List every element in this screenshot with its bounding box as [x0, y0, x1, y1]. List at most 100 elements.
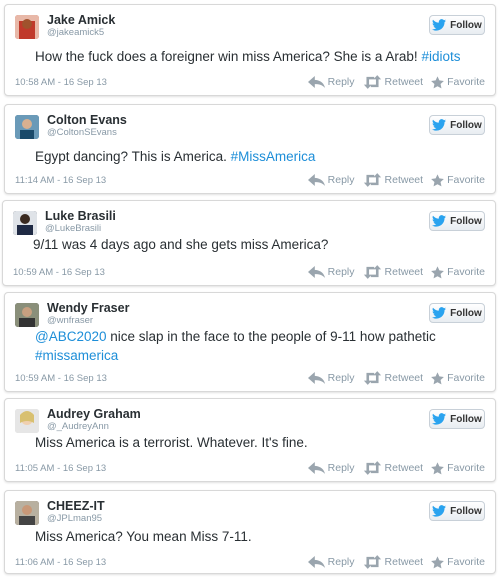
reply-button[interactable]: Reply [308, 265, 355, 279]
mention-link[interactable]: @ABC2020 [35, 329, 107, 344]
retweet-label: Retweet [384, 174, 424, 186]
retweet-label: Retweet [384, 76, 424, 88]
retweet-icon [363, 371, 382, 385]
timestamp[interactable]: 11:06 AM - 16 Sep 13 [15, 557, 106, 568]
star-icon [431, 174, 444, 187]
timestamp[interactable]: 11:05 AM - 16 Sep 13 [15, 463, 106, 474]
star-icon [431, 556, 444, 569]
timestamp[interactable]: 10:58 AM - 16 Sep 13 [15, 77, 107, 88]
avatar[interactable] [13, 211, 37, 235]
favorite-button[interactable]: Favorite [431, 265, 485, 279]
tweet-body: Miss America is a terrorist. Whatever. I… [35, 435, 308, 450]
avatar[interactable] [15, 303, 39, 327]
favorite-button[interactable]: Favorite [431, 75, 485, 89]
avatar[interactable] [15, 15, 39, 39]
tweet-text: Egypt dancing? This is America. #MissAme… [35, 147, 481, 166]
star-icon [431, 372, 444, 385]
avatar[interactable] [15, 409, 39, 433]
twitter-bird-icon [432, 413, 446, 425]
reply-button[interactable]: Reply [308, 371, 355, 385]
retweet-button[interactable]: Retweet [363, 461, 423, 475]
author-name[interactable]: Luke Brasili [45, 209, 116, 223]
retweet-button[interactable]: Retweet [363, 265, 423, 279]
tweet-text: 9/11 was 4 days ago and she gets miss Am… [33, 235, 481, 254]
star-icon [431, 76, 444, 89]
follow-label: Follow [450, 215, 482, 227]
hashtag-link[interactable]: #idiots [421, 49, 460, 64]
twitter-bird-icon [432, 505, 446, 517]
retweet-button[interactable]: Retweet [363, 173, 424, 187]
retweet-button[interactable]: Retweet [363, 75, 424, 89]
tweet-actions: Reply Retweet Favorite [308, 461, 485, 475]
author-handle[interactable]: @ColtonSEvans [47, 127, 117, 138]
twitter-bird-icon [432, 119, 446, 131]
tweet-actions: Reply Retweet Favorite [308, 173, 485, 187]
favorite-button[interactable]: Favorite [431, 371, 485, 385]
reply-label: Reply [327, 174, 355, 186]
avatar[interactable] [15, 115, 39, 139]
follow-button[interactable]: Follow [429, 501, 485, 521]
star-icon [431, 266, 444, 279]
follow-label: Follow [450, 505, 482, 517]
favorite-button[interactable]: Favorite [431, 173, 485, 187]
follow-button[interactable]: Follow [429, 409, 485, 429]
tweet-card: Jake Amick @jakeamick5 Follow How the fu… [4, 4, 496, 96]
favorite-button[interactable]: Favorite [431, 461, 485, 475]
timestamp[interactable]: 11:14 AM - 16 Sep 13 [15, 175, 106, 186]
tweet-body: 9/11 was 4 days ago and she gets miss Am… [33, 237, 329, 252]
reply-label: Reply [327, 556, 355, 568]
reply-button[interactable]: Reply [308, 173, 355, 187]
reply-icon [308, 372, 325, 384]
tweet-card: Colton Evans @ColtonSEvans Follow Egypt … [4, 104, 496, 194]
retweet-button[interactable]: Retweet [363, 555, 424, 569]
follow-label: Follow [450, 119, 482, 131]
author-handle[interactable]: @LukeBrasili [45, 223, 101, 234]
author-name[interactable]: Colton Evans [47, 113, 127, 127]
author-handle[interactable]: @wnfraser [47, 315, 93, 326]
reply-icon [308, 266, 325, 278]
reply-icon [308, 76, 325, 88]
retweet-button[interactable]: Retweet [363, 371, 423, 385]
author-handle[interactable]: @JPLman95 [47, 513, 102, 524]
follow-button[interactable]: Follow [429, 303, 485, 323]
retweet-icon [363, 265, 382, 279]
reply-label: Reply [327, 462, 355, 474]
follow-button[interactable]: Follow [429, 15, 485, 35]
reply-button[interactable]: Reply [308, 461, 355, 475]
twitter-bird-icon [432, 215, 446, 227]
tweet-actions: Reply Retweet Favorite [308, 371, 485, 385]
favorite-label: Favorite [447, 372, 485, 384]
favorite-button[interactable]: Favorite [431, 555, 485, 569]
author-handle[interactable]: @jakeamick5 [47, 27, 104, 38]
retweet-icon [363, 461, 382, 475]
tweet-actions: Reply Retweet Favorite [308, 265, 485, 279]
reply-icon [308, 556, 325, 568]
author-handle[interactable]: @_AudreyAnn [47, 421, 109, 432]
reply-button[interactable]: Reply [308, 75, 355, 89]
favorite-label: Favorite [447, 174, 485, 186]
retweet-icon [363, 555, 382, 569]
tweet-text: How the fuck does a foreigner win miss A… [35, 47, 481, 66]
follow-button[interactable]: Follow [429, 211, 485, 231]
follow-button[interactable]: Follow [429, 115, 485, 135]
follow-label: Follow [450, 307, 482, 319]
timestamp[interactable]: 10:59 AM - 16 Sep 13 [15, 373, 107, 384]
tweet-body: Miss America? You mean Miss 7-11. [35, 529, 252, 544]
tweet-body: Egypt dancing? This is America. [35, 149, 231, 164]
timestamp[interactable]: 10:59 AM - 16 Sep 13 [13, 267, 105, 278]
hashtag-link[interactable]: #MissAmerica [231, 149, 316, 164]
retweet-icon [363, 75, 382, 89]
favorite-label: Favorite [447, 266, 485, 278]
retweet-label: Retweet [384, 556, 424, 568]
reply-button[interactable]: Reply [308, 555, 355, 569]
author-name[interactable]: CHEEZ-IT [47, 499, 105, 513]
author-name[interactable]: Wendy Fraser [47, 301, 129, 315]
follow-label: Follow [450, 413, 482, 425]
hashtag-link[interactable]: #missamerica [35, 348, 118, 363]
follow-label: Follow [450, 19, 482, 31]
avatar[interactable] [15, 501, 39, 525]
retweet-icon [363, 173, 382, 187]
author-name[interactable]: Jake Amick [47, 13, 115, 27]
author-name[interactable]: Audrey Graham [47, 407, 141, 421]
reply-label: Reply [327, 76, 355, 88]
